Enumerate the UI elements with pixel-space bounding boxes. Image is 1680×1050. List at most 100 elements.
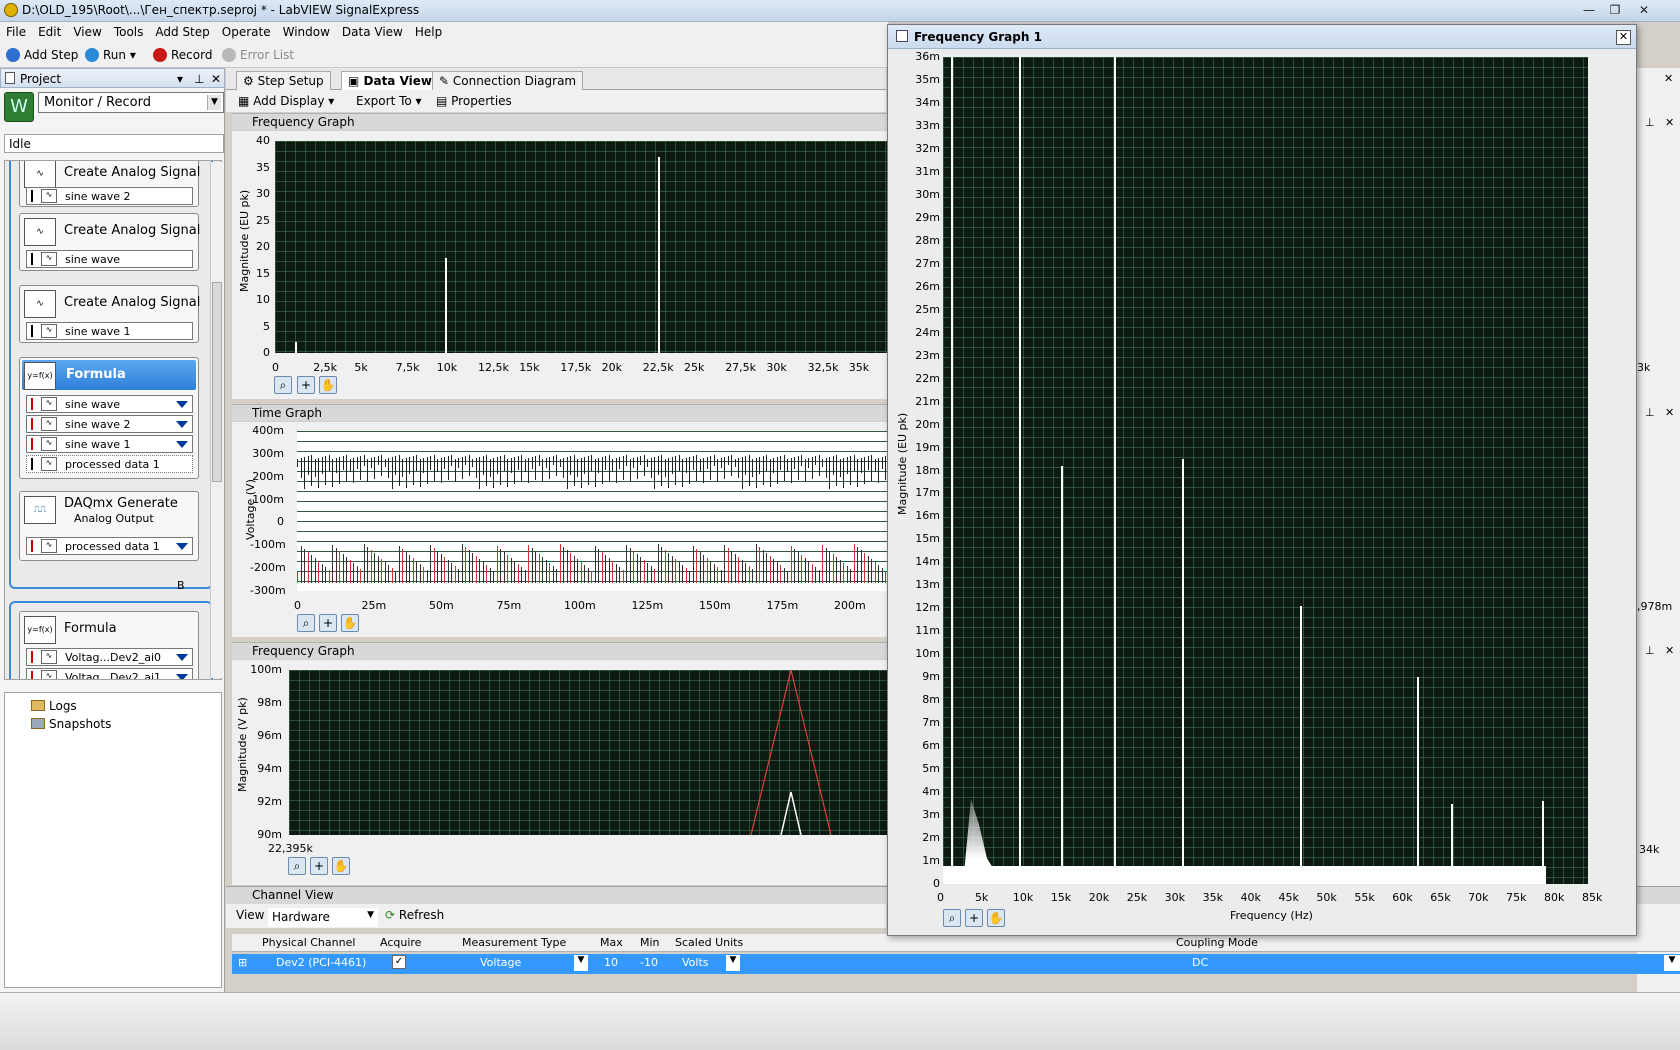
maximize-button[interactable]: ❐ <box>1603 2 1627 19</box>
project-pane-header: Project ▾ ⊥ ✕ <box>0 68 225 88</box>
chevron-down-icon[interactable] <box>176 401 188 408</box>
cell-coupling[interactable]: DC <box>1192 956 1208 969</box>
tree-item-logs[interactable]: Logs <box>31 699 77 713</box>
signal-trace <box>395 456 396 475</box>
channel-item[interactable]: ∿ sine wave 1 <box>26 435 193 453</box>
frequency-graph-1-window[interactable]: Frequency Graph 1 ✕ Magnitude (EU pk) 36… <box>887 24 1637 936</box>
run-button[interactable]: Run ▾ <box>85 48 136 62</box>
tab-data-view[interactable]: ▣ Data View <box>341 71 439 90</box>
add-step-button[interactable]: Add Step <box>6 48 78 62</box>
minimize-button[interactable]: — <box>1577 2 1601 19</box>
frequency-graph-plot[interactable] <box>275 141 887 353</box>
tab-step-setup[interactable]: ⚙ Step Setup <box>236 71 331 90</box>
export-to-button[interactable]: Export To ▾ <box>356 94 422 108</box>
menu-data-view[interactable]: Data View <box>336 22 409 39</box>
x-tick-label: 150m <box>699 599 731 612</box>
channel-item[interactable]: ∿ sine wave <box>26 395 193 413</box>
step-create-analog-signal-1[interactable]: ∿ Create Analog Signal ∿ sine wave 2 <box>19 161 200 207</box>
add-display-button[interactable]: ▦ Add Display ▾ <box>238 94 334 108</box>
steps-list: ∿ Create Analog Signal ∿ sine wave 2 ∿ Cr… <box>4 160 222 680</box>
cell-measurement-type[interactable]: Voltage <box>480 956 521 969</box>
step-formula-2[interactable]: y=f(x) Formula ∿ Voltag...Dev2_ai0 ∿ Volta… <box>19 611 199 679</box>
chevron-down-icon[interactable] <box>176 441 188 448</box>
tab-connection-diagram[interactable]: ✎ Connection Diagram <box>432 71 584 90</box>
channel-item[interactable]: ∿ sine wave 2 <box>26 415 193 433</box>
pane-close-icon[interactable]: ✕ <box>211 72 221 86</box>
zoom-icon[interactable]: ⌕ <box>943 909 961 927</box>
step-create-analog-signal-2[interactable]: ∿ Create Analog Signal ∿ sine wave <box>19 213 200 271</box>
properties-button[interactable]: ▤ Properties <box>436 94 512 108</box>
pan-cursor-icon[interactable]: + <box>310 857 328 875</box>
chevron-down-icon[interactable] <box>176 654 188 661</box>
chevron-down-icon[interactable]: ▼ <box>726 955 740 971</box>
signal-trace <box>479 559 480 583</box>
hand-icon[interactable]: ✋ <box>987 909 1005 927</box>
scrollbar-thumb[interactable] <box>212 282 222 482</box>
table-row[interactable]: ⊞ Dev2 (PCI-4461) ✓ Voltage ▼ 10 -10 Vol… <box>232 954 1680 974</box>
chevron-down-icon[interactable] <box>176 421 188 428</box>
floating-window-titlebar[interactable]: Frequency Graph 1 ✕ <box>888 25 1636 49</box>
chevron-down-icon[interactable] <box>176 674 188 679</box>
zoom-icon[interactable]: ⌕ <box>288 857 306 875</box>
close-icon[interactable]: ✕ <box>1616 30 1631 45</box>
view-select[interactable]: Hardware ▼ <box>268 908 378 927</box>
signal-trace <box>857 459 858 487</box>
step-daqmx-generate[interactable]: ⎍⎍ DAQmx Generate Analog Output ∿ process… <box>19 491 199 561</box>
channel-item[interactable]: ∿ processed data 1 <box>26 455 193 473</box>
channel-item[interactable]: ∿ sine wave 2 <box>26 187 193 205</box>
record-button[interactable]: Record <box>153 48 212 62</box>
acquire-checkbox[interactable]: ✓ <box>392 955 406 969</box>
cell-units[interactable]: Volts <box>682 956 709 969</box>
chevron-down-icon[interactable] <box>176 543 188 550</box>
close-icon[interactable]: ✕ <box>1665 406 1674 419</box>
menu-help[interactable]: Help <box>409 22 448 39</box>
menu-add-step[interactable]: Add Step <box>149 22 215 39</box>
pan-cursor-icon[interactable]: + <box>965 909 983 927</box>
chevron-down-icon[interactable]: ▼ <box>574 955 588 971</box>
menu-operate[interactable]: Operate <box>216 22 277 39</box>
pan-cursor-icon[interactable]: + <box>297 376 315 394</box>
signal-trace <box>398 455 400 486</box>
pin-icon[interactable]: ⊥ <box>1645 644 1655 657</box>
close-icon[interactable]: ✕ <box>1665 644 1674 657</box>
pan-cursor-icon[interactable]: + <box>319 614 337 632</box>
close-icon[interactable]: ✕ <box>1665 116 1674 129</box>
menu-edit[interactable]: Edit <box>32 22 67 39</box>
step-formula-selected[interactable]: y=f(x) Formula ∿ sine wave ∿ sine wave 2 ∿… <box>19 357 199 479</box>
signal-trace <box>405 458 407 488</box>
zoom-icon[interactable]: ⌕ <box>297 614 315 632</box>
frequency-graph-2-plot[interactable] <box>289 670 887 835</box>
signal-trace <box>619 567 620 583</box>
channel-item[interactable]: ∿ processed data 1 <box>26 537 193 555</box>
pane-dropdown-icon[interactable]: ▾ <box>177 72 183 86</box>
step-create-analog-signal-3[interactable]: ∿ Create Analog Signal ∿ sine wave 1 <box>19 285 200 343</box>
close-icon[interactable]: ✕ <box>1664 72 1673 85</box>
channel-item[interactable]: ∿ sine wave <box>26 250 193 268</box>
hand-icon[interactable]: ✋ <box>341 614 359 632</box>
pane-pin-icon[interactable]: ⊥ <box>194 72 204 86</box>
time-graph-plot[interactable] <box>297 431 887 591</box>
steps-scrollbar[interactable] <box>210 162 223 678</box>
error-list-button[interactable]: Error List <box>222 48 294 62</box>
zoom-icon[interactable]: ⌕ <box>274 376 292 394</box>
pin-icon[interactable]: ⊥ <box>1645 406 1655 419</box>
menu-window[interactable]: Window <box>277 22 336 39</box>
chevron-down-icon[interactable]: ▼ <box>1664 955 1680 971</box>
channel-item[interactable]: ∿ sine wave 1 <box>26 322 193 340</box>
pin-icon[interactable]: ⊥ <box>1645 116 1655 129</box>
signal-trace <box>566 457 568 489</box>
tree-item-snapshots[interactable]: Snapshots <box>31 717 111 731</box>
hand-icon[interactable]: ✋ <box>332 857 350 875</box>
channel-item[interactable]: ∿ Voltag...Dev2_ai1 <box>26 668 193 679</box>
y-tick-label: 22m <box>915 371 940 385</box>
menu-tools[interactable]: Tools <box>108 22 150 39</box>
close-window-button[interactable]: ✕ <box>1632 2 1656 19</box>
refresh-button[interactable]: ⟳ Refresh <box>385 908 444 922</box>
menu-view[interactable]: View <box>67 22 107 39</box>
frequency-graph-1-plot[interactable] <box>943 57 1588 884</box>
channel-item[interactable]: ∿ Voltag...Dev2_ai0 <box>26 648 193 666</box>
mode-select[interactable]: Monitor / Record ▼ <box>38 92 224 113</box>
hand-icon[interactable]: ✋ <box>319 376 337 394</box>
menu-file[interactable]: File <box>0 22 32 39</box>
expand-icon[interactable]: ⊞ <box>238 956 247 969</box>
